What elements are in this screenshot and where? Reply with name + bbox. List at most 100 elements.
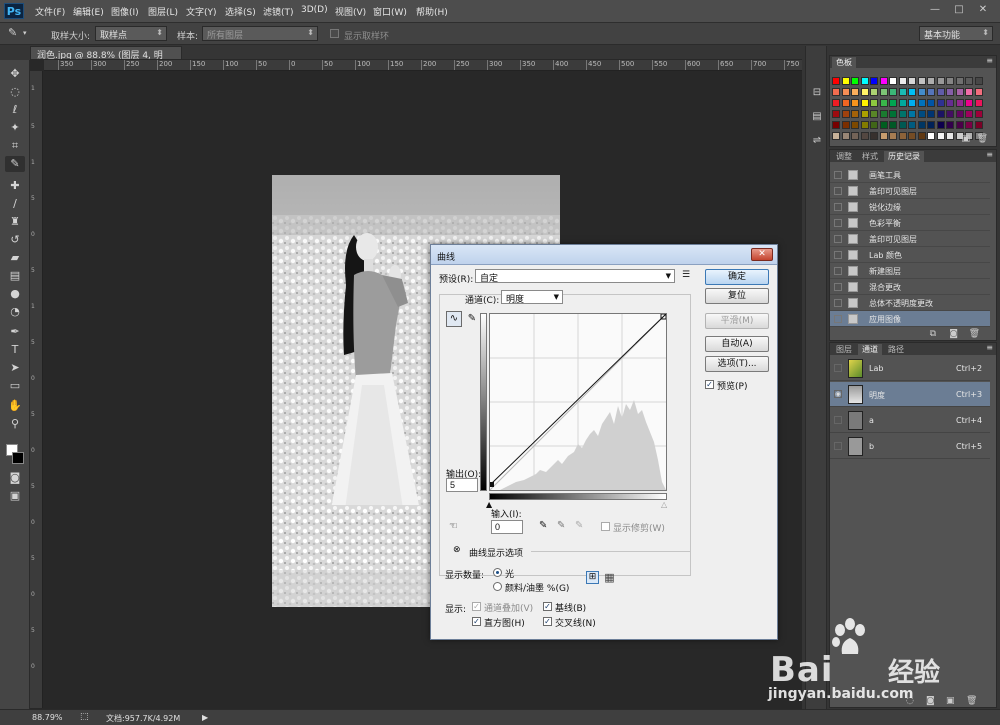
visibility-toggle[interactable] (834, 416, 842, 424)
type-tool-icon[interactable]: T (5, 342, 25, 358)
history-source-checkbox[interactable] (834, 219, 842, 227)
grid-10x10-icon[interactable]: ▦ (603, 571, 616, 584)
history-item[interactable]: Lab 颜色 (830, 247, 990, 263)
color-swatch[interactable] (851, 88, 859, 96)
curve-point-tool-icon[interactable]: ∿ (446, 311, 462, 327)
history-item[interactable]: 锐化边缘 (830, 199, 990, 215)
color-swatch[interactable] (936, 77, 945, 85)
channel-row-lightness[interactable]: ◉ 明度 Ctrl+3 (830, 382, 990, 407)
color-swatch[interactable] (965, 88, 973, 96)
color-swatch[interactable] (841, 121, 850, 129)
color-swatch[interactable] (832, 88, 840, 96)
screen-mode-icon[interactable]: ▣ (5, 488, 25, 504)
tab-history[interactable]: 历史记录 (884, 151, 924, 162)
visibility-toggle[interactable] (834, 364, 842, 372)
smooth-button[interactable]: 平滑(M) (705, 313, 769, 329)
color-swatch[interactable] (908, 88, 916, 96)
white-slider-icon[interactable]: △ (661, 500, 667, 509)
channel-row-a[interactable]: a Ctrl+4 (830, 408, 990, 433)
color-swatch[interactable] (917, 77, 926, 85)
color-swatch[interactable] (917, 99, 926, 107)
delete-swatch-icon[interactable]: 🗑 (977, 134, 988, 144)
magic-wand-tool-icon[interactable]: ✦ (5, 120, 25, 136)
color-swatch[interactable] (898, 99, 907, 107)
preview-checkbox[interactable]: ✓ (705, 380, 714, 389)
history-source-checkbox[interactable] (834, 315, 842, 323)
color-swatch[interactable] (908, 99, 916, 107)
color-swatch[interactable] (879, 99, 888, 107)
blur-tool-icon[interactable]: ● (5, 286, 25, 302)
histogram-checkbox[interactable]: ✓ (472, 617, 481, 626)
color-swatch[interactable] (851, 77, 859, 85)
color-swatch[interactable] (917, 110, 926, 118)
restore-button[interactable]: □ (950, 2, 968, 18)
menu-3d[interactable]: 3D(D) (301, 5, 328, 15)
history-source-checkbox[interactable] (834, 235, 842, 243)
panel-menu-icon[interactable]: ≡ (986, 150, 993, 159)
history-source-checkbox[interactable] (834, 203, 842, 211)
color-swatch[interactable] (860, 121, 869, 129)
color-swatch[interactable] (851, 110, 859, 118)
ok-button[interactable]: 确定 (705, 269, 769, 285)
color-swatch[interactable] (870, 121, 878, 129)
color-swatch[interactable] (860, 110, 869, 118)
color-swatch[interactable] (936, 132, 945, 140)
light-radio[interactable] (493, 568, 502, 577)
color-swatch[interactable] (936, 121, 945, 129)
history-item[interactable]: 总体不透明度更改 (830, 295, 990, 311)
gradient-tool-icon[interactable]: ▤ (5, 268, 25, 284)
color-swatch[interactable] (936, 99, 945, 107)
menu-layer[interactable]: 图层(L) (148, 5, 178, 18)
color-swatch[interactable] (946, 88, 954, 96)
color-swatch[interactable] (889, 121, 897, 129)
channel-row-b[interactable]: b Ctrl+5 (830, 434, 990, 459)
history-source-checkbox[interactable] (834, 283, 842, 291)
color-swatch[interactable] (860, 132, 869, 140)
color-swatch[interactable] (908, 132, 916, 140)
color-swatch[interactable] (870, 88, 878, 96)
on-image-adjust-icon[interactable]: ☜ (449, 521, 458, 532)
color-swatch[interactable] (841, 77, 850, 85)
history-source-checkbox[interactable] (834, 299, 842, 307)
eraser-tool-icon[interactable]: ▰ (5, 250, 25, 266)
intersection-checkbox[interactable]: ✓ (543, 617, 552, 626)
shape-tool-icon[interactable]: ▭ (5, 378, 25, 394)
color-swatch[interactable] (946, 99, 954, 107)
workspace-select[interactable]: 基本功能 ⬍ (919, 26, 993, 41)
color-swatch[interactable] (955, 110, 964, 118)
menu-type[interactable]: 文字(Y) (186, 5, 217, 18)
move-tool-icon[interactable]: ✥ (5, 66, 25, 82)
grid-4x4-icon[interactable]: ⊞ (586, 571, 599, 584)
color-swatch[interactable] (889, 99, 897, 107)
document-tab[interactable]: 润色.jpg @ 88.8% (图层 4, 明度/8) * (30, 46, 182, 74)
color-swatch[interactable] (927, 77, 935, 85)
color-swatch[interactable] (841, 132, 850, 140)
color-swatch[interactable] (965, 99, 973, 107)
new-swatch-icon[interactable]: ▣ (961, 134, 970, 144)
history-source-checkbox[interactable] (834, 187, 842, 195)
color-swatch[interactable] (908, 121, 916, 129)
menu-window[interactable]: 窗口(W) (373, 5, 407, 18)
tab-paths[interactable]: 路径 (884, 344, 908, 355)
color-swatch[interactable] (851, 99, 859, 107)
preset-select[interactable]: 自定 ▼ (475, 269, 675, 284)
show-ring-checkbox[interactable] (330, 29, 339, 38)
panel-menu-icon[interactable]: ≡ (986, 56, 993, 65)
color-swatch[interactable] (879, 88, 888, 96)
tab-styles[interactable]: 样式 (858, 151, 882, 162)
color-swatch[interactable] (974, 121, 983, 129)
reset-button[interactable]: 复位 (705, 288, 769, 304)
tool-preset-arrow-icon[interactable]: ▾ (23, 29, 27, 37)
color-swatch[interactable] (955, 121, 964, 129)
quick-mask-icon[interactable]: ◙ (5, 470, 25, 486)
curve-graph[interactable] (489, 313, 667, 491)
color-swatch[interactable] (927, 88, 935, 96)
color-swatch[interactable] (841, 110, 850, 118)
color-swatch[interactable] (879, 121, 888, 129)
color-swatch[interactable] (927, 121, 935, 129)
tab-layers[interactable]: 图层 (832, 344, 856, 355)
hand-tool-icon[interactable]: ✋ (5, 398, 25, 414)
color-swatch[interactable] (832, 99, 840, 107)
color-swatch[interactable] (946, 121, 954, 129)
color-swatch[interactable] (965, 77, 973, 85)
